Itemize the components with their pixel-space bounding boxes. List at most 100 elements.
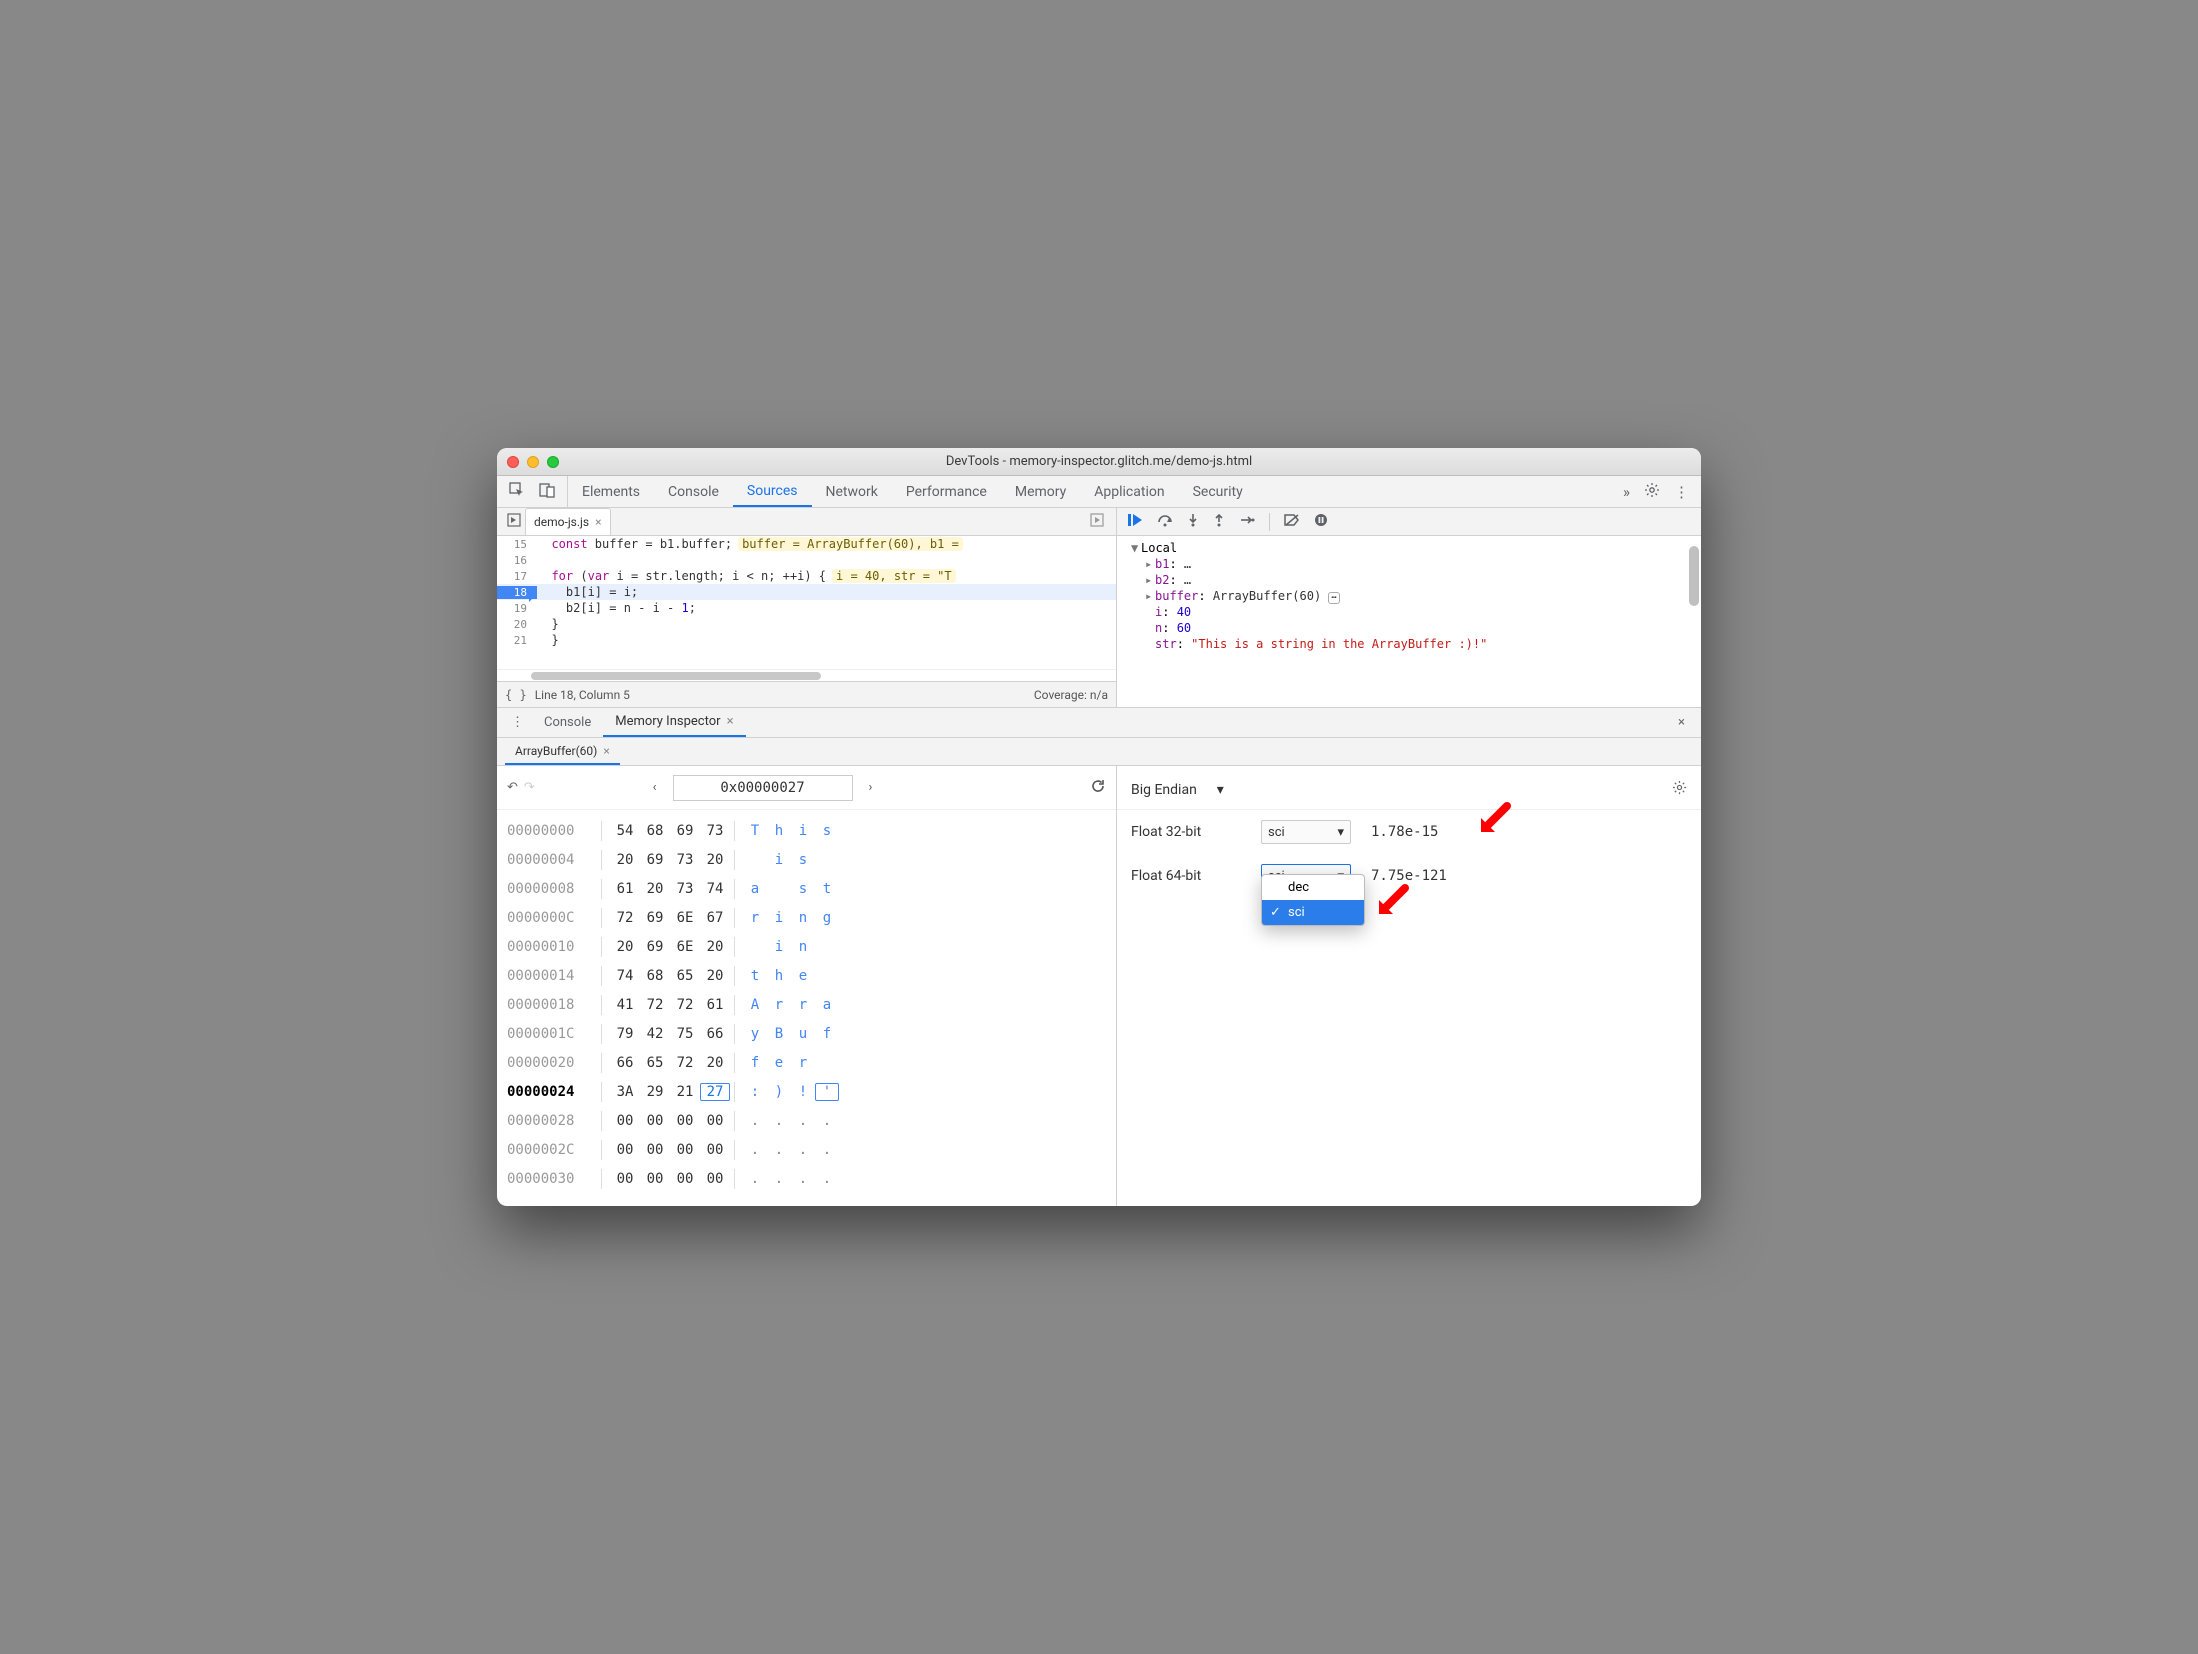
hex-byte[interactable]: 75 (670, 1026, 700, 1042)
hex-row[interactable]: 0000002800000000.... (507, 1106, 1106, 1135)
hex-ascii[interactable]: . (743, 1113, 767, 1129)
resume-button-icon[interactable] (1127, 513, 1143, 531)
hex-byte[interactable]: 66 (610, 1055, 640, 1071)
deactivate-breakpoints-icon[interactable] (1284, 513, 1300, 531)
hex-byte[interactable]: 65 (640, 1055, 670, 1071)
hex-byte[interactable]: 3A (610, 1084, 640, 1100)
hex-ascii[interactable]: ! (791, 1084, 815, 1100)
gutter-line[interactable]: 18 (497, 586, 537, 599)
hex-ascii[interactable]: f (815, 1026, 839, 1042)
hex-byte[interactable]: 00 (670, 1171, 700, 1187)
hex-row[interactable]: 000000243A292127:)!' (507, 1077, 1106, 1106)
close-icon[interactable]: × (727, 714, 734, 729)
hex-byte[interactable]: 68 (640, 823, 670, 839)
hex-byte[interactable]: 79 (610, 1026, 640, 1042)
hex-ascii[interactable]: s (815, 823, 839, 839)
tab-network[interactable]: Network (812, 476, 892, 507)
scope-variable[interactable]: ▸b2: … (1119, 572, 1699, 588)
hex-row[interactable]: 0000002066657220fer (507, 1048, 1106, 1077)
hex-byte[interactable]: 72 (670, 997, 700, 1013)
gutter-line[interactable]: 15 (497, 538, 537, 551)
hex-ascii[interactable]: r (743, 910, 767, 926)
hex-ascii[interactable]: . (767, 1113, 791, 1129)
hex-byte[interactable]: 69 (640, 939, 670, 955)
gutter-line[interactable]: 19 (497, 602, 537, 615)
hex-ascii[interactable]: r (791, 997, 815, 1013)
hex-byte[interactable]: 74 (610, 968, 640, 984)
hex-ascii[interactable]: i (791, 823, 815, 839)
gutter-line[interactable]: 16 (497, 554, 537, 567)
tab-elements[interactable]: Elements (568, 476, 654, 507)
settings-icon[interactable] (1644, 482, 1660, 502)
scope-header[interactable]: ▼Local (1119, 540, 1699, 556)
prev-page-icon[interactable]: ‹ (645, 776, 665, 799)
tab-application[interactable]: Application (1080, 476, 1178, 507)
hex-ascii[interactable]: . (743, 1142, 767, 1158)
hex-ascii[interactable]: i (767, 939, 791, 955)
hex-byte[interactable]: 67 (700, 910, 730, 926)
hex-ascii[interactable]: . (815, 1142, 839, 1158)
hex-byte[interactable]: 20 (640, 881, 670, 897)
hex-byte[interactable]: 20 (700, 1055, 730, 1071)
endianness-select[interactable]: Big Endian ▾ (1131, 782, 1224, 798)
tab-memory[interactable]: Memory (1001, 476, 1080, 507)
hex-byte[interactable]: 42 (640, 1026, 670, 1042)
hex-byte[interactable]: 20 (700, 852, 730, 868)
hex-byte[interactable]: 68 (640, 968, 670, 984)
file-tab[interactable]: demo-js.js × (525, 508, 611, 535)
undo-icon[interactable]: ↶ (507, 780, 518, 795)
hex-byte[interactable]: 20 (610, 852, 640, 868)
hex-byte[interactable]: 00 (610, 1171, 640, 1187)
hex-byte[interactable]: 72 (640, 997, 670, 1013)
more-tabs-icon[interactable]: » (1623, 483, 1630, 501)
hex-ascii[interactable]: . (791, 1142, 815, 1158)
hex-ascii[interactable]: T (743, 823, 767, 839)
hex-byte[interactable]: 00 (610, 1113, 640, 1129)
hex-ascii[interactable]: r (791, 1055, 815, 1071)
scope-variable[interactable]: n: 60 (1119, 620, 1699, 636)
hex-byte[interactable]: 65 (670, 968, 700, 984)
hex-byte[interactable]: 6E (670, 910, 700, 926)
tab-performance[interactable]: Performance (892, 476, 1001, 507)
tab-console[interactable]: Console (654, 476, 733, 507)
hex-ascii[interactable]: a (743, 881, 767, 897)
gutter-line[interactable]: 21 (497, 634, 537, 647)
hex-ascii[interactable]: t (743, 968, 767, 984)
drawer-tab-console[interactable]: Console (532, 708, 603, 737)
hex-row[interactable]: 0000001C79427566yBuf (507, 1019, 1106, 1048)
scope-variable[interactable]: ▸b1: … (1119, 556, 1699, 572)
hex-byte[interactable]: 29 (640, 1084, 670, 1100)
hex-row[interactable]: 0000001841727261Arra (507, 990, 1106, 1019)
dropdown-option[interactable]: ✓sci (1262, 900, 1364, 925)
snippets-run-icon[interactable] (1084, 513, 1110, 530)
hex-ascii[interactable]: e (791, 968, 815, 984)
hex-ascii[interactable]: . (815, 1171, 839, 1187)
value-settings-icon[interactable] (1672, 780, 1687, 799)
hex-byte[interactable]: 69 (670, 823, 700, 839)
hex-ascii[interactable]: ) (767, 1084, 791, 1100)
hex-ascii[interactable]: : (743, 1084, 767, 1100)
gutter-line[interactable]: 17 (497, 570, 537, 583)
hex-ascii[interactable]: ' (815, 1083, 839, 1101)
hex-row[interactable]: 0000000861207374ast (507, 874, 1106, 903)
hex-byte[interactable]: 21 (670, 1084, 700, 1100)
hex-ascii[interactable]: n (791, 910, 815, 926)
hex-row[interactable]: 0000000C72696E67ring (507, 903, 1106, 932)
hex-ascii[interactable]: y (743, 1026, 767, 1042)
hex-ascii[interactable]: h (767, 968, 791, 984)
hex-byte[interactable]: 69 (640, 910, 670, 926)
hex-ascii[interactable]: u (791, 1026, 815, 1042)
hex-ascii[interactable]: s (791, 881, 815, 897)
hex-ascii[interactable]: r (767, 997, 791, 1013)
hex-byte[interactable]: 72 (610, 910, 640, 926)
code-editor[interactable]: 15 const buffer = b1.buffer;buffer = Arr… (497, 536, 1116, 669)
hex-ascii[interactable]: g (815, 910, 839, 926)
hex-ascii[interactable]: h (767, 823, 791, 839)
hex-ascii[interactable]: n (791, 939, 815, 955)
hex-ascii[interactable]: A (743, 997, 767, 1013)
hex-ascii[interactable]: t (815, 881, 839, 897)
scope-variable[interactable]: i: 40 (1119, 604, 1699, 620)
hex-byte[interactable]: 6E (670, 939, 700, 955)
hex-ascii[interactable]: . (767, 1171, 791, 1187)
hex-row[interactable]: 0000001020696E20in (507, 932, 1106, 961)
